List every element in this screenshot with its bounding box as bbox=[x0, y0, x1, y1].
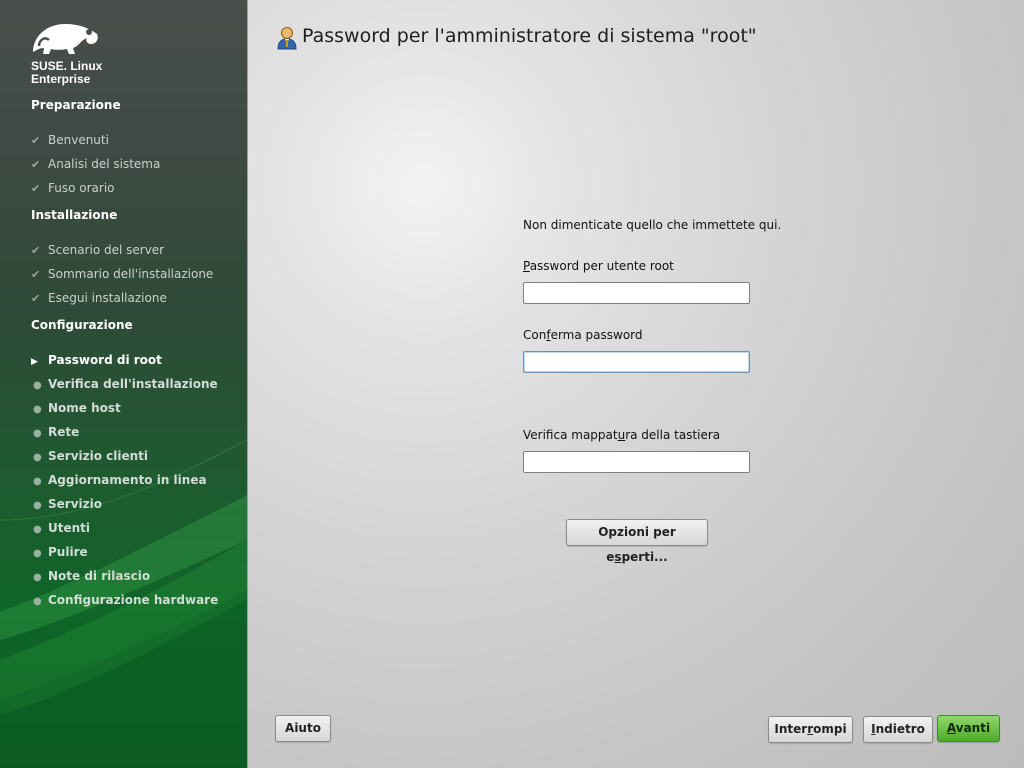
button-label-part: vanti bbox=[955, 721, 991, 735]
back-button[interactable]: Indietro bbox=[863, 716, 933, 743]
button-label-part: perti... bbox=[621, 550, 668, 564]
sidebar-step-servizio: ● Servizio bbox=[31, 495, 102, 513]
step-label: Configurazione hardware bbox=[48, 593, 219, 607]
sidebar-step-scenario-del-server: ✔ Scenario del server bbox=[31, 241, 164, 259]
checkmark-icon: ✔ bbox=[31, 158, 41, 171]
sidebar-step-configurazione-hardware: ● Configurazione hardware bbox=[31, 591, 218, 609]
sidebar-step-servizio-clienti: ● Servizio clienti bbox=[31, 447, 148, 465]
checkmark-icon: ✔ bbox=[31, 292, 41, 305]
sidebar-step-utenti: ● Utenti bbox=[31, 519, 90, 537]
info-text: Non dimenticate quello che immettete qui… bbox=[523, 218, 782, 232]
label-part: erma password bbox=[550, 328, 643, 342]
label-part: assword per utente root bbox=[529, 259, 674, 273]
user-key-icon bbox=[277, 27, 297, 50]
step-label: Rete bbox=[48, 425, 80, 439]
bullet-icon: ● bbox=[33, 404, 42, 415]
step-label: Password di root bbox=[48, 353, 162, 367]
bullet-icon: ● bbox=[33, 380, 42, 391]
sidebar-step-analisi-del-sistema: ✔ Analisi del sistema bbox=[31, 155, 160, 173]
chameleon-logo-icon bbox=[33, 24, 98, 54]
bullet-icon: ● bbox=[33, 572, 42, 583]
sidebar-step-sommario-installazione: ✔ Sommario dell'installazione bbox=[31, 265, 213, 283]
button-label-part: ndietro bbox=[875, 722, 925, 736]
brand-text: SUSE. Linux Enterprise bbox=[31, 60, 102, 86]
bullet-icon: ● bbox=[33, 428, 42, 439]
sidebar-step-verifica-installazione: ● Verifica dell'installazione bbox=[31, 375, 218, 393]
section-title-installazione: Installazione bbox=[31, 208, 118, 222]
checkmark-icon: ✔ bbox=[31, 268, 41, 281]
keyboard-test-label: Verifica mappatura della tastiera bbox=[523, 428, 720, 442]
next-button[interactable]: Avanti bbox=[937, 715, 1000, 742]
abort-button[interactable]: Interrompi bbox=[768, 716, 853, 743]
sidebar-step-aggiornamento-in-linea: ● Aggiornamento in linea bbox=[31, 471, 207, 489]
sidebar-step-rete: ● Rete bbox=[31, 423, 79, 441]
keyboard-test-input[interactable] bbox=[523, 451, 750, 473]
step-label: Esegui installazione bbox=[48, 291, 167, 305]
label-part: Verifica mappat bbox=[523, 428, 618, 442]
step-label: Note di rilascio bbox=[48, 569, 151, 583]
confirm-password-input[interactable] bbox=[523, 351, 750, 373]
step-label: Benvenuti bbox=[48, 133, 109, 147]
bullet-icon: ● bbox=[33, 548, 42, 559]
button-mnemonic: s bbox=[614, 550, 622, 564]
bullet-icon: ● bbox=[33, 524, 42, 535]
confirm-password-label: Conferma password bbox=[523, 328, 643, 342]
step-label: Fuso orario bbox=[48, 181, 115, 195]
sidebar-step-fuso-orario: ✔ Fuso orario bbox=[31, 179, 115, 197]
sidebar-step-pulire: ● Pulire bbox=[31, 543, 88, 561]
step-label: Utenti bbox=[48, 521, 91, 535]
checkmark-icon: ✔ bbox=[31, 134, 41, 147]
step-label: Analisi del sistema bbox=[48, 157, 161, 171]
step-label: Scenario del server bbox=[48, 243, 165, 257]
label-part: ra della tastiera bbox=[625, 428, 721, 442]
section-title-configurazione: Configurazione bbox=[31, 318, 133, 332]
step-label: Aggiornamento in linea bbox=[48, 473, 207, 487]
step-label: Sommario dell'installazione bbox=[48, 267, 214, 281]
section-title-preparazione: Preparazione bbox=[31, 98, 121, 112]
step-label: Verifica dell'installazione bbox=[48, 377, 218, 391]
button-mnemonic: A bbox=[946, 721, 956, 735]
sidebar-step-benvenuti: ✔ Benvenuti bbox=[31, 131, 109, 149]
bullet-icon: ● bbox=[33, 500, 42, 511]
sidebar-step-esegui-installazione: ✔ Esegui installazione bbox=[31, 289, 167, 307]
bullet-icon: ● bbox=[33, 452, 42, 463]
password-label: Password per utente root bbox=[523, 259, 674, 273]
bullet-icon: ● bbox=[33, 476, 42, 487]
step-label: Nome host bbox=[48, 401, 121, 415]
button-label-part: Inter bbox=[774, 722, 808, 736]
label-part: Con bbox=[523, 328, 547, 342]
label-mnemonic: P bbox=[523, 259, 530, 273]
help-button[interactable]: Aiuto bbox=[275, 715, 331, 742]
current-step-arrow-icon: ▶ bbox=[31, 357, 38, 367]
installation-steps-sidebar: SUSE. Linux Enterprise Preparazione ✔ Ben… bbox=[0, 0, 247, 768]
sidebar-step-note-di-rilascio: ● Note di rilascio bbox=[31, 567, 150, 585]
sidebar-step-password-di-root: ▶ Password di root bbox=[31, 351, 162, 369]
step-label: Pulire bbox=[48, 545, 88, 559]
checkmark-icon: ✔ bbox=[31, 244, 41, 257]
sidebar-step-nome-host: ● Nome host bbox=[31, 399, 121, 417]
main-content: Password per l'amministratore di sistema… bbox=[247, 0, 1024, 768]
step-label: Servizio clienti bbox=[48, 449, 149, 463]
button-label-part: ompi bbox=[813, 722, 847, 736]
bullet-icon: ● bbox=[33, 596, 42, 607]
checkmark-icon: ✔ bbox=[31, 182, 41, 195]
step-label: Servizio bbox=[48, 497, 102, 511]
brand-line-2: Enterprise bbox=[31, 72, 91, 86]
expert-options-button[interactable]: Opzioni per esperti... bbox=[566, 519, 708, 564]
page-title: Password per l'amministratore di sistema… bbox=[302, 25, 757, 47]
root-password-input[interactable] bbox=[523, 282, 750, 304]
